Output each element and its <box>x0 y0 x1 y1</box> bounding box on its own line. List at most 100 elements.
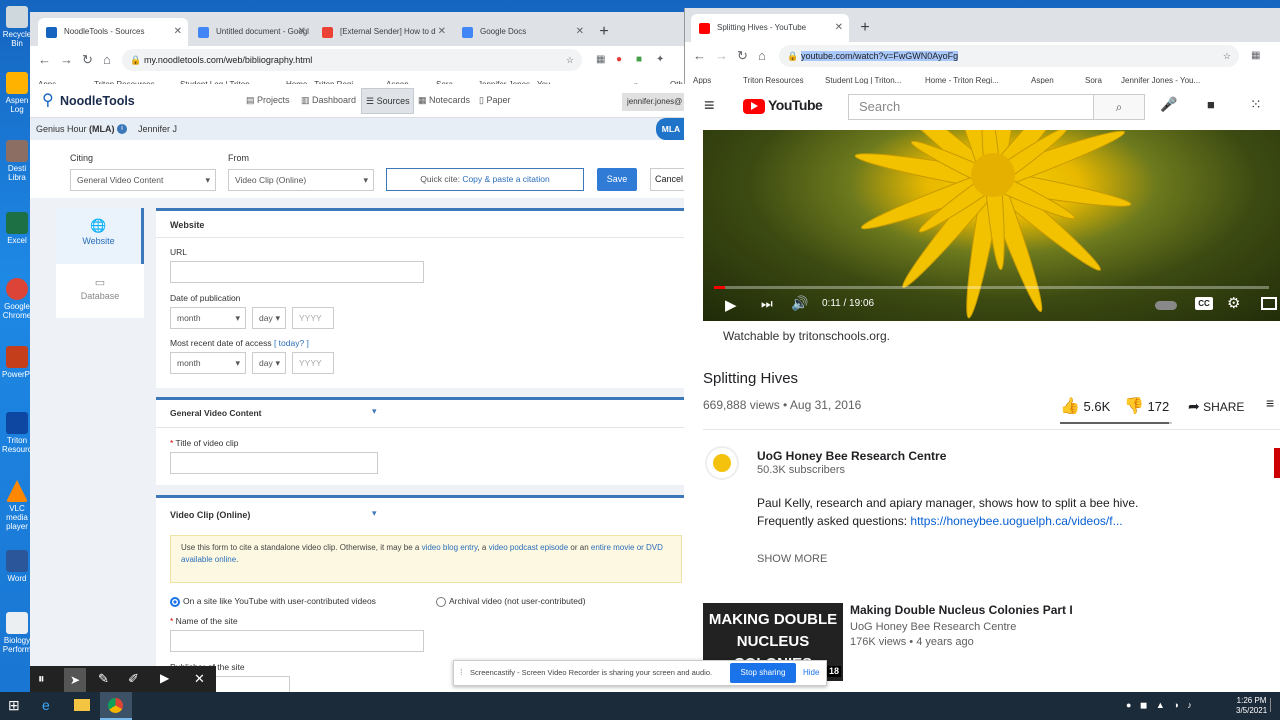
search-input[interactable]: Search <box>848 94 1094 120</box>
citing-select[interactable]: General Video Content <box>70 169 216 191</box>
star-icon[interactable]: ☆ <box>566 49 574 71</box>
recommended-channel[interactable]: UoG Honey Bee Research Centre <box>850 621 1016 633</box>
more-actions-icon[interactable]: ≡ <box>1266 395 1274 411</box>
chevron-down-icon[interactable]: ▾ <box>372 406 377 417</box>
tab-untitled-doc[interactable]: Untitled document - Googl ✕ <box>190 18 312 46</box>
forward-icon[interactable]: → <box>715 42 728 70</box>
radio-youtube-like[interactable] <box>170 597 180 607</box>
pub-day-select[interactable]: day <box>252 307 286 329</box>
video-podcast-link[interactable]: video podcast episode <box>489 543 569 552</box>
from-select[interactable]: Video Clip (Online) <box>228 169 374 191</box>
recommended-title[interactable]: Making Double Nucleus Colonies Part I <box>850 603 1073 617</box>
clock[interactable]: 1:26 PM 3/5/2021 <box>1236 696 1267 716</box>
back-icon[interactable]: ← <box>38 46 51 74</box>
show-desktop-button[interactable] <box>1270 698 1278 712</box>
close-icon[interactable]: ✕ <box>438 18 446 46</box>
address-bar[interactable]: 🔒 youtube.com/watch?v=FwGWN0AyoFg ☆ <box>779 45 1239 67</box>
settings-gear-icon[interactable]: ⚙ <box>1227 294 1240 312</box>
nav-projects[interactable]: ▤ Projects <box>246 95 290 106</box>
desktop-icon-vlc[interactable]: VLC media player <box>2 480 32 531</box>
site-name-input[interactable] <box>170 630 424 652</box>
desktop-icon-recycle-bin[interactable]: Recycle Bin <box>2 6 32 48</box>
pub-year-input[interactable]: YYYY <box>292 307 334 329</box>
desktop-icon-chrome[interactable]: Google Chrome <box>2 278 32 320</box>
subscribe-button[interactable] <box>1274 448 1280 478</box>
close-icon[interactable]: ✕ <box>298 18 306 46</box>
progress-bar[interactable] <box>714 286 1269 289</box>
menu-icon[interactable]: ≡ <box>704 95 715 116</box>
tab-google-docs[interactable]: Google Docs ✕ <box>454 18 590 46</box>
sidebar-item-website[interactable]: 🌐 Website <box>56 208 144 264</box>
puzzle-icon[interactable]: ✦ <box>656 46 664 74</box>
hide-button[interactable]: Hide <box>803 668 819 677</box>
highlighter-icon[interactable]: ✐ <box>128 671 139 687</box>
desktop-icon-aspen[interactable]: Aspen Log <box>2 72 32 114</box>
reload-icon[interactable]: ↻ <box>82 46 93 74</box>
new-tab-button[interactable]: + <box>853 14 877 42</box>
file-explorer-icon[interactable] <box>74 699 90 711</box>
desktop-icon-biology[interactable]: Biology Perform <box>2 612 32 654</box>
nav-notecards[interactable]: ▦ Notecards <box>418 95 470 106</box>
windows-start-icon[interactable]: ⊞ <box>8 697 20 714</box>
forward-icon[interactable]: → <box>60 46 73 74</box>
captions-icon[interactable]: CC <box>1195 297 1213 310</box>
back-icon[interactable]: ← <box>693 42 706 70</box>
youtube-logo-icon[interactable] <box>743 99 765 114</box>
close-icon[interactable]: ✕ <box>576 18 584 46</box>
edge-icon[interactable]: e <box>42 697 50 713</box>
microphone-icon[interactable]: 🎤 <box>1160 96 1177 113</box>
sidebar-item-database[interactable]: ▭ Database <box>56 266 144 318</box>
video-player[interactable]: ▶ ⏭ 🔊 0:11 / 19:06 CC ⚙ <box>703 130 1280 321</box>
video-blog-link[interactable]: video blog entry <box>422 543 478 552</box>
today-link[interactable]: [ today? ] <box>274 338 309 348</box>
tab-noodletools[interactable]: NoodleTools - Sources ✕ <box>38 18 188 46</box>
quick-cite-button[interactable]: Quick cite: Copy & paste a citation <box>386 168 584 191</box>
search-icon[interactable]: ⌕ <box>1093 94 1145 120</box>
desktop-icon-powerpoint[interactable]: PowerPoint <box>2 346 43 379</box>
info-icon[interactable]: i <box>117 124 127 134</box>
pen-icon[interactable]: ✎ <box>98 671 109 687</box>
close-icon[interactable]: ✕ <box>194 671 205 687</box>
like-button[interactable]: 👍 5.6K <box>1060 396 1110 416</box>
nav-sources[interactable]: ☰ Sources <box>361 88 414 114</box>
channel-avatar[interactable] <box>705 446 739 480</box>
nav-paper[interactable]: ▯ Paper <box>479 95 510 106</box>
home-icon[interactable]: ⌂ <box>103 46 111 74</box>
play-icon[interactable]: ▶ <box>725 296 737 314</box>
tab-gmail[interactable]: [External Sender] How to d ✕ <box>314 18 452 46</box>
next-icon[interactable]: ⏭ <box>761 296 773 312</box>
show-more-button[interactable]: SHOW MORE <box>757 553 827 565</box>
project-name[interactable]: Genius Hour (MLA) <box>36 118 115 140</box>
desktop-icon-triton[interactable]: Triton Resources <box>2 412 40 454</box>
new-tab-button[interactable]: + <box>592 18 616 46</box>
tab-youtube[interactable]: Splitting Hives - YouTube ✕ <box>691 14 849 42</box>
share-button[interactable]: ➦ SHARE <box>1188 398 1244 415</box>
access-month-select[interactable]: month <box>170 352 246 374</box>
miniplayer-icon[interactable] <box>1261 297 1277 310</box>
radio-archival[interactable] <box>436 597 446 607</box>
nav-dashboard[interactable]: ▥ Dashboard <box>301 95 356 106</box>
chevron-down-icon[interactable]: ▾ <box>372 508 377 519</box>
create-video-icon[interactable]: ■ <box>1207 97 1215 112</box>
desktop-icon-word[interactable]: Word <box>2 550 32 583</box>
close-icon[interactable]: ✕ <box>835 14 843 42</box>
drag-handle-icon[interactable]: ⁞ <box>460 667 463 677</box>
mla-badge[interactable]: MLA <box>656 118 686 140</box>
chrome-taskbar-button[interactable] <box>100 692 132 720</box>
volume-icon[interactable]: 🔊 <box>791 295 808 312</box>
extension-icon[interactable]: ▦ <box>1251 42 1260 70</box>
faq-link[interactable]: https://honeybee.uoguelph.ca/videos/f... <box>910 514 1122 528</box>
url-input[interactable] <box>170 261 424 283</box>
desktop-icon-excel[interactable]: Excel <box>2 212 32 245</box>
stop-sharing-button[interactable]: Stop sharing <box>730 663 796 683</box>
apps-grid-icon[interactable]: ⁙ <box>1250 96 1262 113</box>
extension-icon[interactable]: ■ <box>636 46 642 74</box>
desktop-icon-desti[interactable]: Desti Libra <box>2 140 32 182</box>
extension-icon[interactable]: ● <box>616 46 622 74</box>
dislike-button[interactable]: 👎 172 <box>1124 396 1169 416</box>
extension-icon[interactable]: ▦ <box>596 46 605 74</box>
access-day-select[interactable]: day <box>252 352 286 374</box>
access-year-input[interactable]: YYYY <box>292 352 334 374</box>
pub-month-select[interactable]: month <box>170 307 246 329</box>
autoplay-toggle[interactable] <box>1155 301 1177 310</box>
